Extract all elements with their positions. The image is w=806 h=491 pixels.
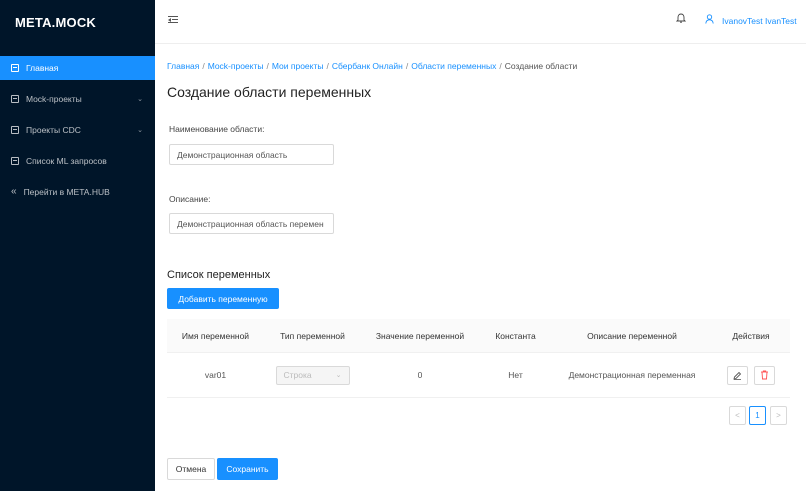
- pagination-prev[interactable]: <: [729, 406, 746, 425]
- sidebar-item-home[interactable]: Главная: [0, 56, 155, 80]
- breadcrumb-separator: /: [266, 61, 269, 71]
- variables-table: Имя переменной Тип переменной Значение п…: [167, 319, 790, 398]
- description-label: Описание:: [169, 194, 211, 204]
- chevron-down-icon: ⌄: [137, 127, 143, 134]
- pagination-next[interactable]: >: [770, 406, 787, 425]
- breadcrumb-separator: /: [202, 61, 205, 71]
- pagination-page[interactable]: 1: [749, 406, 766, 425]
- bell-icon[interactable]: [675, 13, 687, 27]
- page-icon: [11, 126, 19, 134]
- variable-type-value: Строка: [283, 370, 312, 380]
- edit-icon: [733, 371, 742, 380]
- page-icon: [11, 64, 19, 72]
- page-icon: [11, 95, 19, 103]
- breadcrumb-separator: /: [405, 61, 409, 71]
- cancel-button[interactable]: Отмена: [167, 458, 215, 480]
- app-logo: META.MOCK: [15, 14, 96, 30]
- column-header: Значение переменной: [375, 330, 465, 341]
- name-label: Наименование области:: [169, 124, 265, 134]
- breadcrumb-link[interactable]: Мои проекты: [272, 61, 324, 71]
- variable-type-cell: Строка ⌄: [264, 365, 361, 385]
- user-icon[interactable]: [705, 14, 714, 27]
- sidebar-item-mock-projects[interactable]: Mock-проекты ⌄: [0, 87, 155, 111]
- column-header: Имя переменной: [181, 330, 250, 341]
- add-variable-button[interactable]: Добавить переменную: [167, 288, 279, 309]
- sidebar-item-label: Проекты CDC: [26, 125, 81, 135]
- menu-fold-icon[interactable]: [168, 15, 178, 25]
- sidebar-item-label: Главная: [26, 63, 59, 73]
- double-left-icon: «: [11, 186, 17, 197]
- variable-value: 0: [417, 370, 423, 380]
- description-input[interactable]: Демонстрационная область перемен: [169, 213, 334, 234]
- top-header: IvanovTest IvanTest: [155, 0, 806, 44]
- user-name[interactable]: IvanovTest IvanTest: [722, 16, 797, 26]
- sidebar-menu: Главная Mock-проекты ⌄ Проекты CDC ⌄ Спи…: [0, 56, 155, 204]
- breadcrumb-separator: /: [499, 61, 502, 71]
- sidebar-item-cdc-projects[interactable]: Проекты CDC ⌄: [0, 118, 155, 142]
- sidebar-item-ml-requests[interactable]: Список ML запросов: [0, 149, 155, 173]
- row-actions: [712, 365, 790, 385]
- column-header: Действия: [732, 330, 770, 341]
- column-header: Тип переменной: [280, 330, 345, 341]
- breadcrumb-link[interactable]: Mock-проекты: [208, 61, 264, 71]
- column-header: Описание переменной: [587, 330, 677, 341]
- column-header: Константа: [495, 330, 536, 341]
- variable-type-select[interactable]: Строка ⌄: [275, 365, 350, 385]
- page-title: Создание области переменных: [167, 84, 372, 100]
- delete-button[interactable]: [754, 365, 775, 385]
- breadcrumb-separator: /: [326, 61, 329, 71]
- breadcrumb-link[interactable]: Области переменных: [411, 61, 496, 71]
- chevron-down-icon: ⌄: [137, 96, 143, 103]
- variables-section-title: Список переменных: [167, 269, 271, 281]
- sidebar-item-label: Список ML запросов: [26, 156, 107, 166]
- sidebar-item-label: Перейти в META.HUB: [23, 187, 110, 197]
- save-button[interactable]: Сохранить: [217, 458, 278, 480]
- sidebar-item-meta-hub[interactable]: « Перейти в META.HUB: [0, 180, 155, 204]
- variable-constant: Нет: [508, 370, 523, 380]
- table-row: var01 Строка ⌄ 0 Нет Демонстрационная пе…: [167, 353, 790, 398]
- chevron-down-icon: ⌄: [335, 372, 342, 379]
- breadcrumb-current: Создание области: [504, 61, 578, 71]
- name-input[interactable]: Демонстрационная область: [169, 144, 334, 165]
- edit-button[interactable]: [727, 365, 748, 385]
- sidebar: META.MOCK Главная Mock-проекты ⌄ Проекты…: [0, 0, 155, 491]
- table-header: Имя переменной Тип переменной Значение п…: [167, 319, 790, 353]
- breadcrumb: Главная / Mock-проекты / Мои проекты / Сбербан…: [167, 61, 577, 71]
- page-icon: [11, 157, 19, 165]
- variable-name: var01: [204, 370, 227, 380]
- breadcrumb-link[interactable]: Сбербанк Онлайн: [332, 61, 403, 71]
- breadcrumb-link[interactable]: Главная: [167, 61, 199, 71]
- delete-icon: [761, 370, 768, 380]
- sidebar-item-label: Mock-проекты: [26, 94, 82, 104]
- main-content: Главная / Mock-проекты / Мои проекты / Сбербан…: [155, 44, 806, 491]
- variable-description: Демонстрационная переменная: [568, 370, 696, 380]
